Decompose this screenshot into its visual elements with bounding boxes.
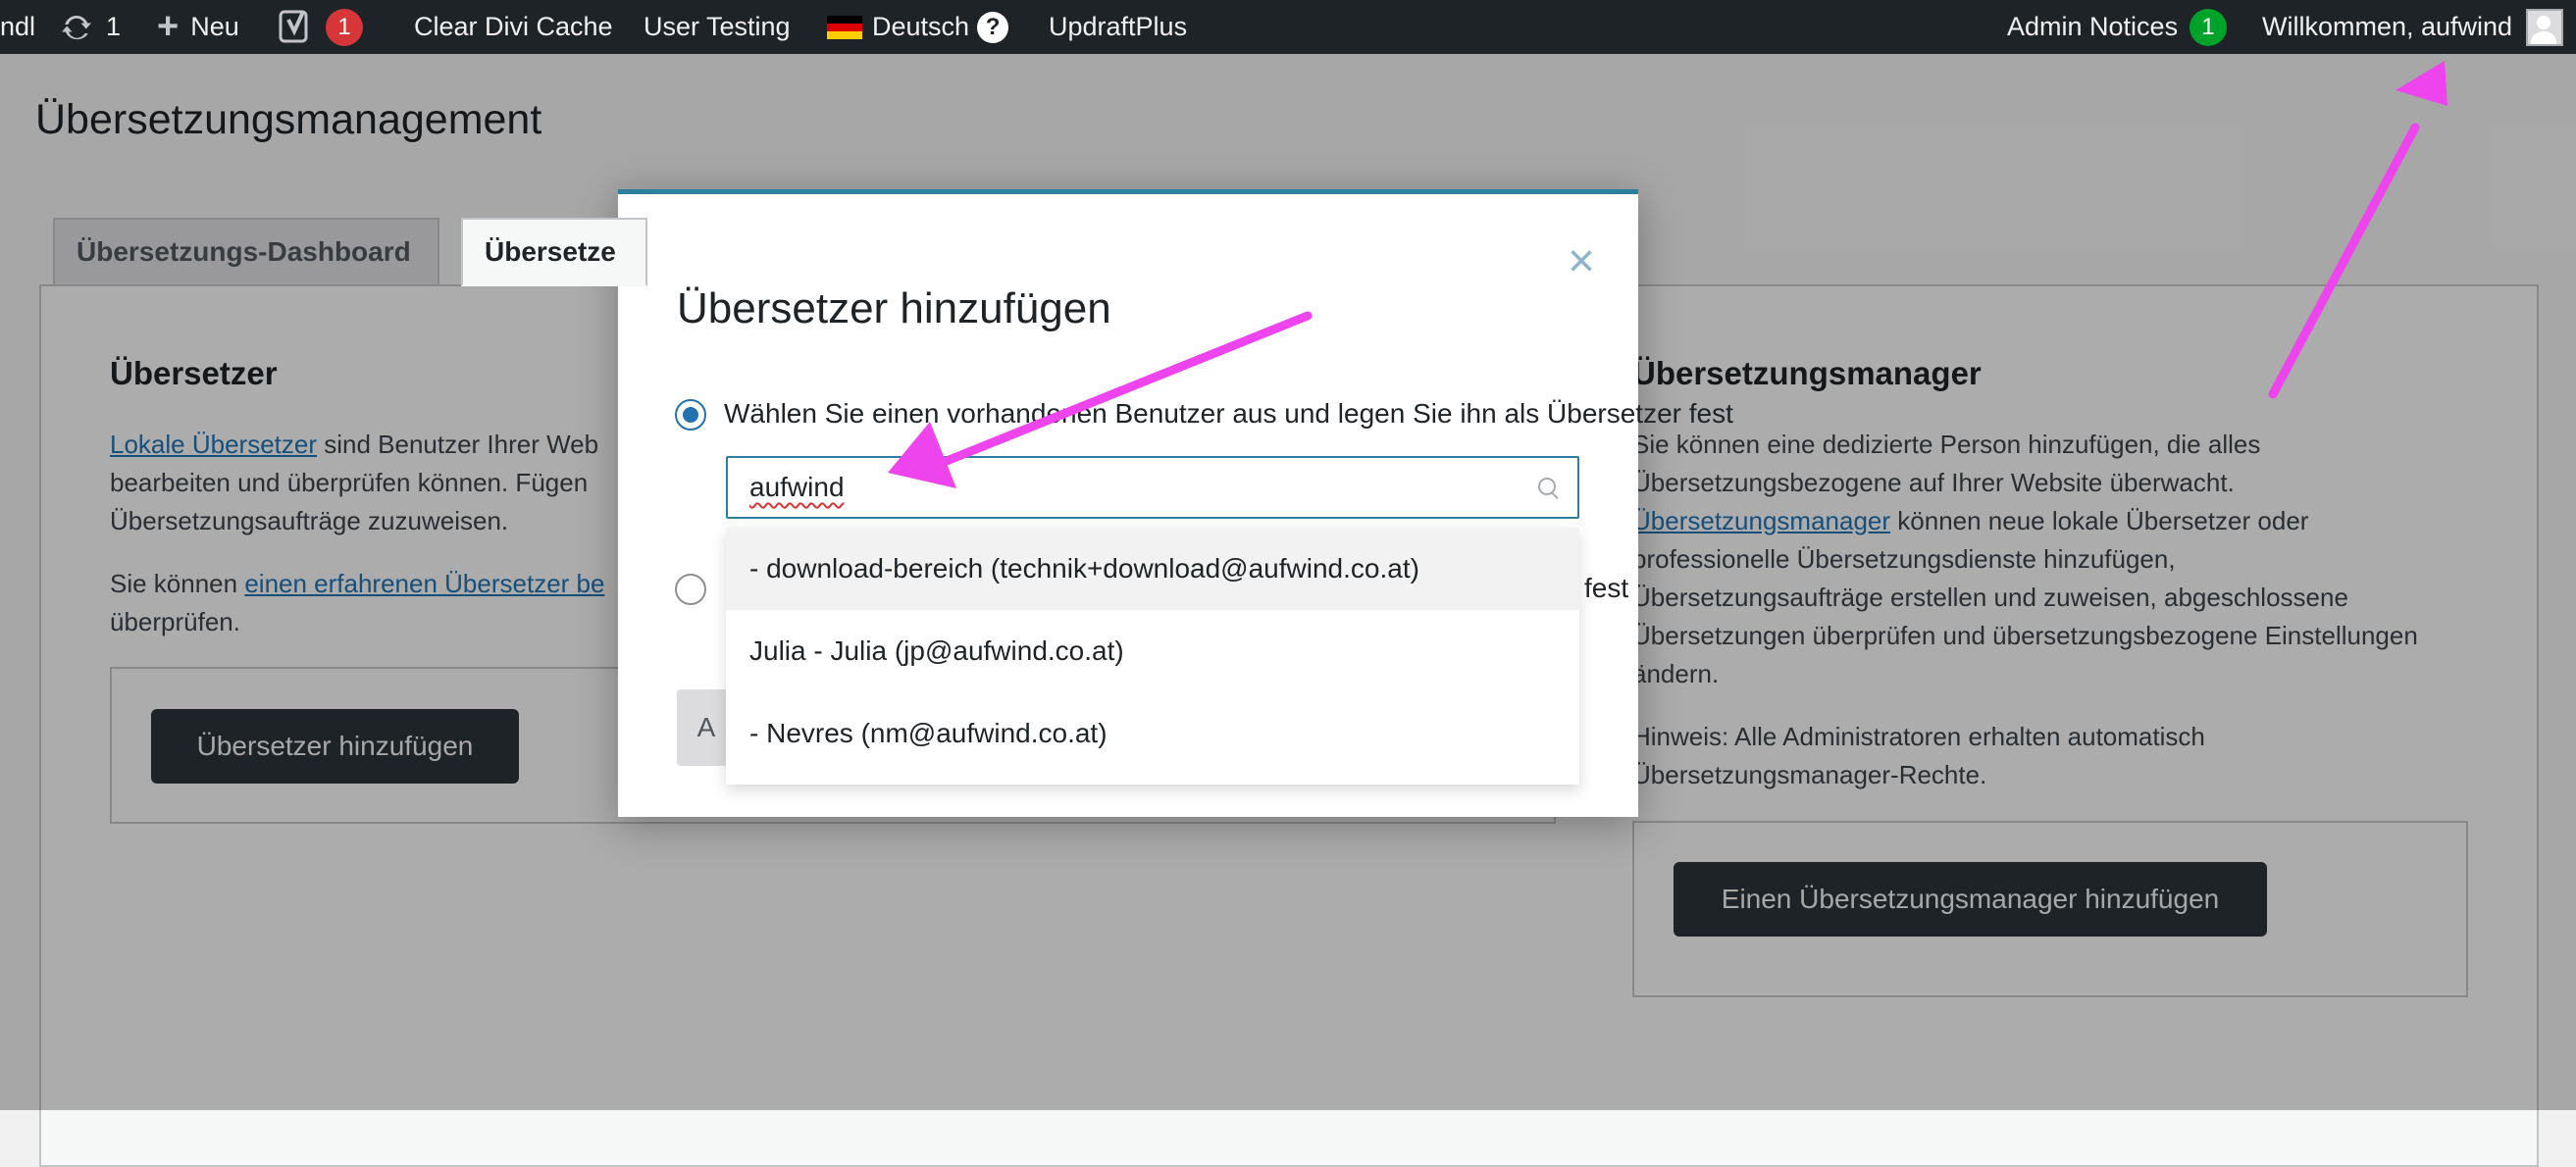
- list-item[interactable]: Julia - Julia (jp@aufwind.co.at): [726, 610, 1579, 692]
- language-switcher[interactable]: Deutsch ?: [827, 0, 1009, 54]
- admin-notices-label: Admin Notices: [2007, 12, 2179, 41]
- admin-bar: ndl 1 + Neu 1 Clear Divi Cache User Test…: [0, 0, 2576, 54]
- user-testing-link[interactable]: User Testing: [644, 0, 791, 54]
- updraftplus-label: UpdraftPlus: [1049, 12, 1188, 41]
- tab-translators[interactable]: Übersetze: [461, 218, 647, 286]
- my-account-link[interactable]: Willkommen, aufwind: [2262, 0, 2564, 54]
- updates-count: 1: [106, 12, 122, 41]
- yoast-icon: [279, 10, 308, 42]
- site-name-link[interactable]: ndl: [0, 0, 35, 54]
- new-user-radio[interactable]: [675, 574, 706, 605]
- updraftplus-link[interactable]: UpdraftPlus: [1049, 0, 1187, 54]
- plus-icon: +: [157, 6, 180, 47]
- new-label: Neu: [190, 12, 239, 41]
- admin-notices-count-badge: 1: [2190, 8, 2228, 46]
- new-user-radio-label: fest: [1584, 573, 1629, 603]
- yoast-count-badge: 1: [326, 8, 363, 46]
- dialog-title: Übersetzer hinzufügen: [677, 284, 1111, 332]
- clear-divi-cache-link[interactable]: Clear Divi Cache: [414, 0, 613, 54]
- site-name-label: ndl: [0, 12, 36, 41]
- welcome-label: Willkommen, aufwind: [2262, 12, 2513, 41]
- existing-user-radio[interactable]: [675, 399, 706, 431]
- user-search-input[interactable]: aufwind: [726, 456, 1579, 519]
- new-content-link[interactable]: + Neu: [157, 0, 239, 54]
- refresh-icon: [62, 15, 91, 39]
- user-search-results: - download-bereich (technik+download@auf…: [726, 528, 1579, 785]
- avatar: [2526, 8, 2564, 46]
- tab-label: Übersetze: [485, 236, 616, 267]
- list-item[interactable]: - Nevres (nm@aufwind.co.at): [726, 692, 1579, 775]
- language-label: Deutsch: [872, 12, 970, 41]
- close-icon[interactable]: ×: [1568, 238, 1595, 285]
- existing-user-radio-label: Wählen Sie einen vorhandenen Benutzer au…: [724, 398, 1733, 429]
- yoast-link[interactable]: 1: [279, 0, 363, 54]
- updates-link[interactable]: 1: [59, 0, 121, 54]
- list-item[interactable]: - download-bereich (technik+download@auf…: [726, 528, 1579, 610]
- search-icon: [1538, 478, 1556, 495]
- german-flag-icon: [827, 15, 862, 39]
- search-value: aufwind: [749, 472, 845, 502]
- clear-cache-label: Clear Divi Cache: [414, 12, 613, 41]
- user-testing-label: User Testing: [644, 12, 791, 41]
- help-icon[interactable]: ?: [977, 11, 1009, 43]
- admin-notices-link[interactable]: Admin Notices 1: [2007, 0, 2228, 54]
